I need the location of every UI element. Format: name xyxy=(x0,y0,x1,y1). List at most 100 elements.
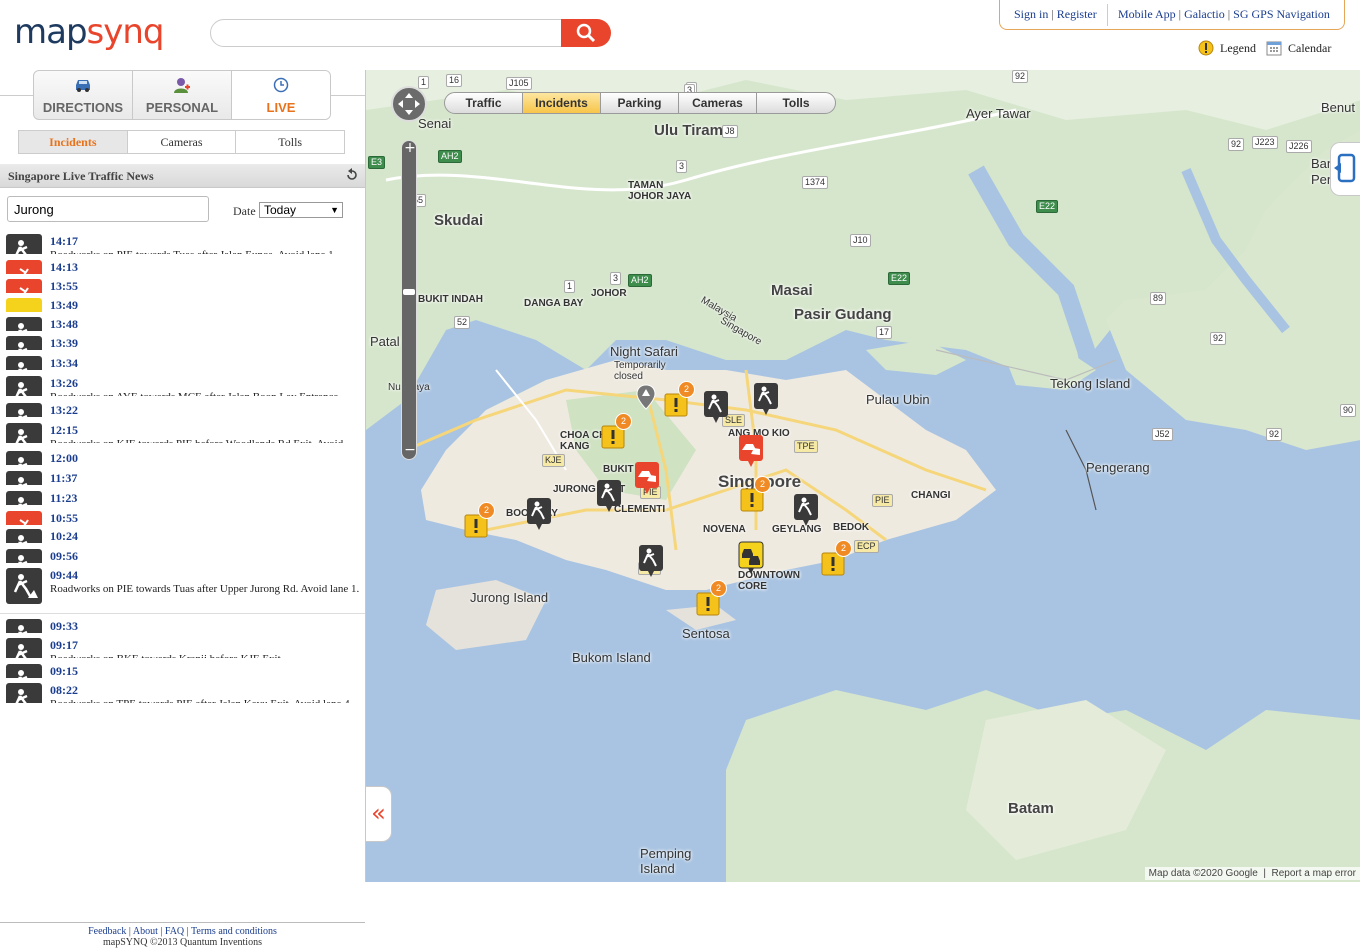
layer-parking-button[interactable]: Parking xyxy=(601,93,679,113)
road-shield: 89 xyxy=(1150,292,1167,305)
incident-list-item[interactable]: 09:56 xyxy=(0,547,365,563)
roadwork-icon xyxy=(6,549,42,563)
legend-link[interactable]: Legend xyxy=(1198,40,1256,56)
incident-list-item[interactable]: 12:00 xyxy=(0,449,365,465)
date-select[interactable]: Today ▼ xyxy=(259,202,343,218)
incident-list-item[interactable]: 08:22Roadworks on TPE towards PIE after … xyxy=(0,681,365,703)
search-input[interactable] xyxy=(210,19,562,47)
place-label: TAMAN JOHOR JAYA xyxy=(628,180,692,202)
incident-list-item[interactable]: 10:55 xyxy=(0,509,365,525)
register-link[interactable]: Register xyxy=(1057,7,1097,21)
accident-marker[interactable] xyxy=(634,461,662,494)
layer-traffic-button[interactable]: Traffic xyxy=(445,93,523,113)
incident-list-item[interactable]: 09:44 Roadworks on PIE towards Tuas after… xyxy=(0,566,365,614)
incident-list-item[interactable]: 09:15 xyxy=(0,662,365,678)
mobile-phone-icon xyxy=(1334,153,1356,183)
incident-list-item[interactable]: 14:13 xyxy=(0,258,365,274)
tab-cameras[interactable]: Cameras xyxy=(127,131,237,153)
layer-incidents-button[interactable]: Incidents xyxy=(523,93,601,113)
incident-list-item[interactable]: 13:26Roadworks on AYE towards MCE after … xyxy=(0,374,365,396)
road-shield: 16 xyxy=(446,74,463,87)
tab-live[interactable]: LIVE xyxy=(232,71,330,119)
incident-time: 13:22 xyxy=(50,403,78,417)
tab-tolls[interactable]: Tolls xyxy=(236,131,345,153)
about-link[interactable]: About xyxy=(133,926,158,937)
incident-list-item[interactable]: 13:39 xyxy=(0,334,365,350)
terms-link[interactable]: Terms and conditions xyxy=(191,926,277,937)
zoom-in-icon[interactable]: + xyxy=(402,141,418,157)
incident-filter-input[interactable] xyxy=(7,196,209,222)
cluster-count-badge[interactable]: 2 xyxy=(478,502,495,519)
roadwork-marker[interactable] xyxy=(753,382,781,415)
zoom-handle[interactable] xyxy=(403,289,415,295)
incident-list-item[interactable]: 13:48 xyxy=(0,315,365,331)
roadwork-marker[interactable] xyxy=(793,493,821,526)
map-canvas[interactable]: Senai Ulu Tiram Ayer Tawar Benut Skudai … xyxy=(365,70,1360,882)
layer-cameras-button[interactable]: Cameras xyxy=(679,93,757,113)
roadwork-icon xyxy=(6,664,42,678)
cluster-count-badge[interactable]: 2 xyxy=(710,580,727,597)
mobile-app-tab[interactable] xyxy=(1330,142,1360,196)
pan-control[interactable] xyxy=(391,86,427,122)
sign-in-link[interactable]: Sign in xyxy=(1014,7,1048,21)
heavy-traffic-marker[interactable] xyxy=(738,541,766,574)
cluster-count-badge[interactable]: 2 xyxy=(678,381,695,398)
road-shield: 52 xyxy=(454,316,471,329)
incident-description: Roadworks on AYE towards MCE after Jalan… xyxy=(50,391,341,396)
incident-description: Roadworks on PIE towards Tuas after Jala… xyxy=(50,249,336,254)
road-shield: J105 xyxy=(506,77,532,90)
tab-directions[interactable]: DIRECTIONS xyxy=(34,71,133,119)
calendar-link[interactable]: Calendar xyxy=(1266,40,1331,56)
incident-list-item[interactable]: 09:33 xyxy=(0,617,365,633)
cluster-count-badge[interactable]: 2 xyxy=(615,413,632,430)
faq-link[interactable]: FAQ xyxy=(165,926,184,937)
date-label: Date xyxy=(233,204,256,218)
legend-label: Legend xyxy=(1220,41,1256,55)
incident-description: Roadworks on TPE towards PIE after Jalan… xyxy=(50,698,352,703)
location-pin-marker[interactable] xyxy=(636,384,664,414)
incident-description: Roadworks on KJE towards PIE before Wood… xyxy=(50,438,343,443)
refresh-icon[interactable] xyxy=(345,168,359,182)
roadwork-marker[interactable] xyxy=(526,497,554,530)
mapsynq-logo[interactable]: mapsynq xyxy=(14,12,165,52)
incident-list-item[interactable]: 11:23 xyxy=(0,489,365,505)
roadwork-marker[interactable] xyxy=(596,479,624,512)
roadwork-icon xyxy=(6,451,42,465)
accident-marker[interactable] xyxy=(738,434,766,467)
road-shield: 92 xyxy=(1012,70,1029,83)
feedback-link[interactable]: Feedback xyxy=(88,926,126,937)
incident-list-item[interactable]: 14:17Roadworks on PIE towards Tuas after… xyxy=(0,232,365,254)
layer-tolls-button[interactable]: Tolls xyxy=(757,93,835,113)
cluster-count-badge[interactable]: 2 xyxy=(835,540,852,557)
calendar-label: Calendar xyxy=(1288,41,1332,55)
incident-list-item[interactable]: 13:55 xyxy=(0,277,365,293)
roadwork-marker[interactable] xyxy=(638,544,666,577)
place-label: Skudai xyxy=(434,212,484,229)
sg-gps-link[interactable]: SG GPS Navigation xyxy=(1233,7,1330,21)
incident-list-item[interactable]: 11:37 xyxy=(0,469,365,485)
search-button[interactable] xyxy=(561,19,611,47)
incident-list-item[interactable]: 13:22 xyxy=(0,401,365,417)
roadwork-icon xyxy=(6,403,42,417)
incident-list-item[interactable]: 09:17Roadworks on BKE towards Kranji bef… xyxy=(0,636,365,658)
incident-time: 11:23 xyxy=(50,491,78,505)
roadwork-marker[interactable] xyxy=(703,390,731,423)
tab-personal[interactable]: PERSONAL xyxy=(133,71,232,119)
report-map-error-link[interactable]: Report a map error xyxy=(1272,868,1356,879)
mobile-app-link[interactable]: Mobile App xyxy=(1118,7,1176,21)
road-shield: J52 xyxy=(1152,428,1173,441)
incident-list-item[interactable]: 13:34 xyxy=(0,354,365,370)
cluster-count-badge[interactable]: 2 xyxy=(754,476,771,493)
incident-list-item[interactable]: 13:49 xyxy=(0,296,365,312)
layer-toggle-bar: Traffic Incidents Parking Cameras Tolls xyxy=(444,92,836,114)
place-label: Sentosa xyxy=(682,626,730,641)
galactio-link[interactable]: Galactio xyxy=(1184,7,1225,21)
roadwork-icon xyxy=(6,491,42,505)
incident-list-item[interactable]: 10:24 xyxy=(0,527,365,543)
incident-list-item[interactable]: 12:15Roadworks on KJE towards PIE before… xyxy=(0,421,365,443)
collapse-panel-button[interactable]: « xyxy=(366,786,392,842)
tab-incidents[interactable]: Incidents xyxy=(19,131,128,153)
zoom-out-icon[interactable]: − xyxy=(402,443,418,459)
roadwork-icon xyxy=(6,619,42,633)
zoom-slider[interactable]: + − xyxy=(401,140,417,460)
